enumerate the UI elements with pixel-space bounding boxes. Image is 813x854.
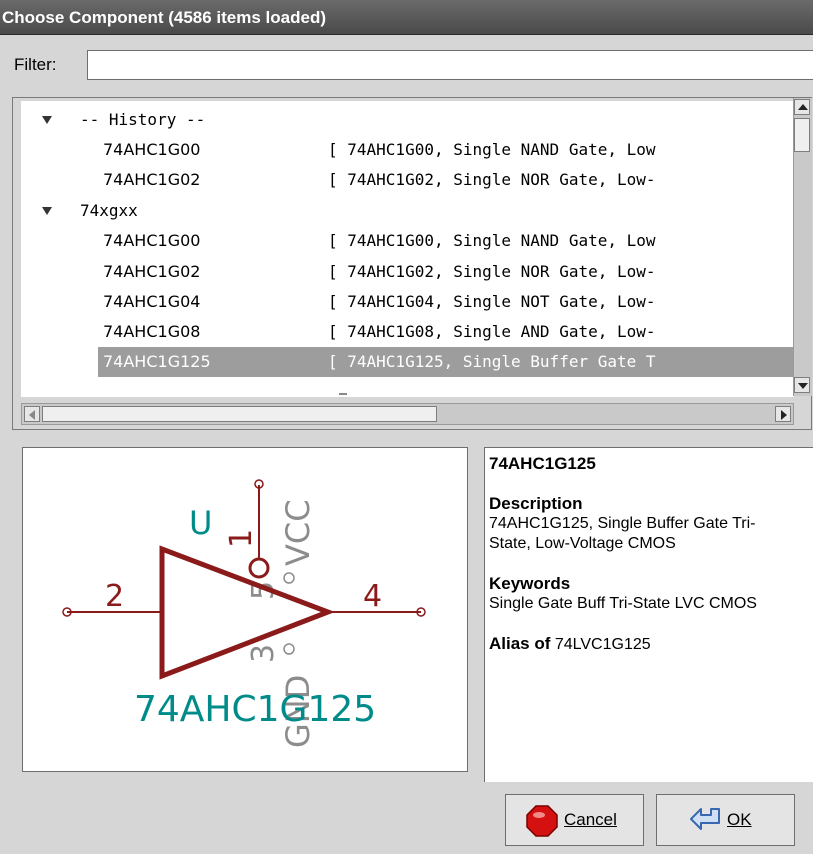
pin-number-in: 2 bbox=[105, 579, 124, 614]
horizontal-scrollbar[interactable] bbox=[21, 403, 794, 425]
symbol-value: 74AHC1G125 bbox=[134, 689, 376, 730]
alias-label: Alias of bbox=[489, 634, 551, 653]
tree-row[interactable]: 74AHC1G04 [ 74AHC1G04, Single NOT Gate, … bbox=[21, 287, 794, 317]
description-text: 74AHC1G125, Single Buffer Gate Tri-State… bbox=[489, 515, 756, 552]
buffer-triangle bbox=[159, 545, 335, 680]
pin-name-vcc: VCC bbox=[279, 499, 317, 566]
component-name: 74AHC1G125 bbox=[103, 352, 211, 371]
symbol-reference: U bbox=[189, 504, 212, 542]
scroll-right-button[interactable] bbox=[775, 406, 791, 422]
tree-row-selected[interactable]: 74AHC1G125 [ 74AHC1G125, Single Buffer G… bbox=[21, 347, 794, 377]
group-label: -- History -- bbox=[80, 110, 206, 129]
vertical-scroll-thumb[interactable] bbox=[794, 118, 810, 152]
component-title: 74AHC1G125 bbox=[489, 454, 596, 473]
component-name: 74AHC1G02 bbox=[103, 262, 201, 281]
inversion-bubble bbox=[248, 557, 270, 579]
expand-triangle-icon[interactable] bbox=[42, 207, 52, 215]
pin-endpoint bbox=[283, 643, 295, 655]
expand-triangle-icon[interactable] bbox=[42, 116, 52, 124]
ok-label: OK bbox=[727, 810, 752, 829]
cancel-button[interactable]: Cancel bbox=[505, 794, 644, 846]
group-label: 74xgxx bbox=[80, 201, 138, 220]
arrow-down-icon bbox=[798, 383, 808, 389]
pin-number-vcc: 1 bbox=[224, 529, 259, 548]
arrow-left-icon bbox=[29, 410, 35, 420]
tree-row-partial[interactable] bbox=[21, 379, 794, 397]
scroll-left-button[interactable] bbox=[24, 406, 40, 422]
ok-button[interactable]: OK bbox=[656, 794, 795, 846]
component-desc: [ 74AHC1G08, Single AND Gate, Low- bbox=[328, 322, 656, 341]
component-info-panel: 74AHC1G125 Description 74AHC1G125, Singl… bbox=[484, 447, 813, 782]
scroll-down-button[interactable] bbox=[794, 377, 810, 393]
vertical-scrollbar[interactable] bbox=[793, 98, 812, 396]
pin-number-out: 4 bbox=[363, 579, 382, 614]
component-desc: [ 74AHC1G125, Single Buffer Gate T bbox=[328, 352, 656, 371]
component-name: 74AHC1G08 bbox=[103, 322, 201, 341]
pin-number-gnd: 3 bbox=[246, 644, 281, 663]
component-name: 74AHC1G00 bbox=[103, 140, 201, 159]
tree-row[interactable]: 74AHC1G00 [ 74AHC1G00, Single NAND Gate,… bbox=[21, 226, 794, 256]
tree-row[interactable]: 74AHC1G00 [ 74AHC1G00, Single NAND Gate,… bbox=[21, 135, 794, 165]
stop-icon bbox=[526, 805, 558, 837]
alias-value: 74LVC1G125 bbox=[554, 636, 651, 653]
tree-row[interactable]: 74AHC1G02 [ 74AHC1G02, Single NOR Gate, … bbox=[21, 165, 794, 195]
arrow-right-icon bbox=[781, 410, 787, 420]
component-desc: [ 74AHC1G02, Single NOR Gate, Low- bbox=[328, 262, 656, 281]
component-desc: [ 74AHC1G04, Single NOT Gate, Low- bbox=[328, 292, 656, 311]
enter-arrow-icon bbox=[690, 808, 720, 830]
arrow-up-icon bbox=[798, 104, 808, 110]
schematic-symbol: VCC GND 5 3 2 4 1 U 74AHC1G125 bbox=[62, 479, 426, 748]
horizontal-scroll-thumb[interactable] bbox=[42, 406, 437, 422]
component-name: 74AHC1G04 bbox=[103, 292, 201, 311]
keywords-label: Keywords bbox=[489, 574, 571, 593]
filter-label: Filter: bbox=[14, 55, 57, 74]
tree-group-history[interactable]: -- History -- bbox=[21, 105, 794, 135]
component-tree: -- History -- 74AHC1G00 [ 74AHC1G00, Sin… bbox=[12, 97, 812, 430]
component-desc: [ 74AHC1G02, Single NOR Gate, Low- bbox=[328, 170, 656, 189]
cancel-label: Cancel bbox=[564, 810, 617, 829]
component-desc: [ 74AHC1G00, Single NAND Gate, Low bbox=[328, 140, 656, 159]
description-label: Description bbox=[489, 494, 583, 513]
tree-list[interactable]: -- History -- 74AHC1G00 [ 74AHC1G00, Sin… bbox=[21, 101, 794, 397]
scroll-up-button[interactable] bbox=[794, 99, 810, 115]
tree-row[interactable]: 74AHC1G08 [ 74AHC1G08, Single AND Gate, … bbox=[21, 317, 794, 347]
tree-row[interactable]: 74AHC1G02 [ 74AHC1G02, Single NOR Gate, … bbox=[21, 257, 794, 287]
tree-group-74xgxx[interactable]: 74xgxx bbox=[21, 196, 794, 226]
component-name: 74AHC1G00 bbox=[103, 231, 201, 250]
filter-input[interactable] bbox=[87, 50, 813, 80]
component-desc: [ 74AHC1G00, Single NAND Gate, Low bbox=[328, 231, 656, 250]
dialog-title: Choose Component (4586 items loaded) bbox=[0, 0, 813, 35]
keywords-text: Single Gate Buff Tri-State LVC CMOS bbox=[489, 595, 757, 612]
symbol-preview: VCC GND 5 3 2 4 1 U 74AHC1G125 bbox=[22, 447, 468, 772]
pin-endpoint bbox=[283, 572, 295, 584]
component-name: 74AHC1G02 bbox=[103, 170, 201, 189]
partial-row-glyph bbox=[339, 393, 347, 397]
